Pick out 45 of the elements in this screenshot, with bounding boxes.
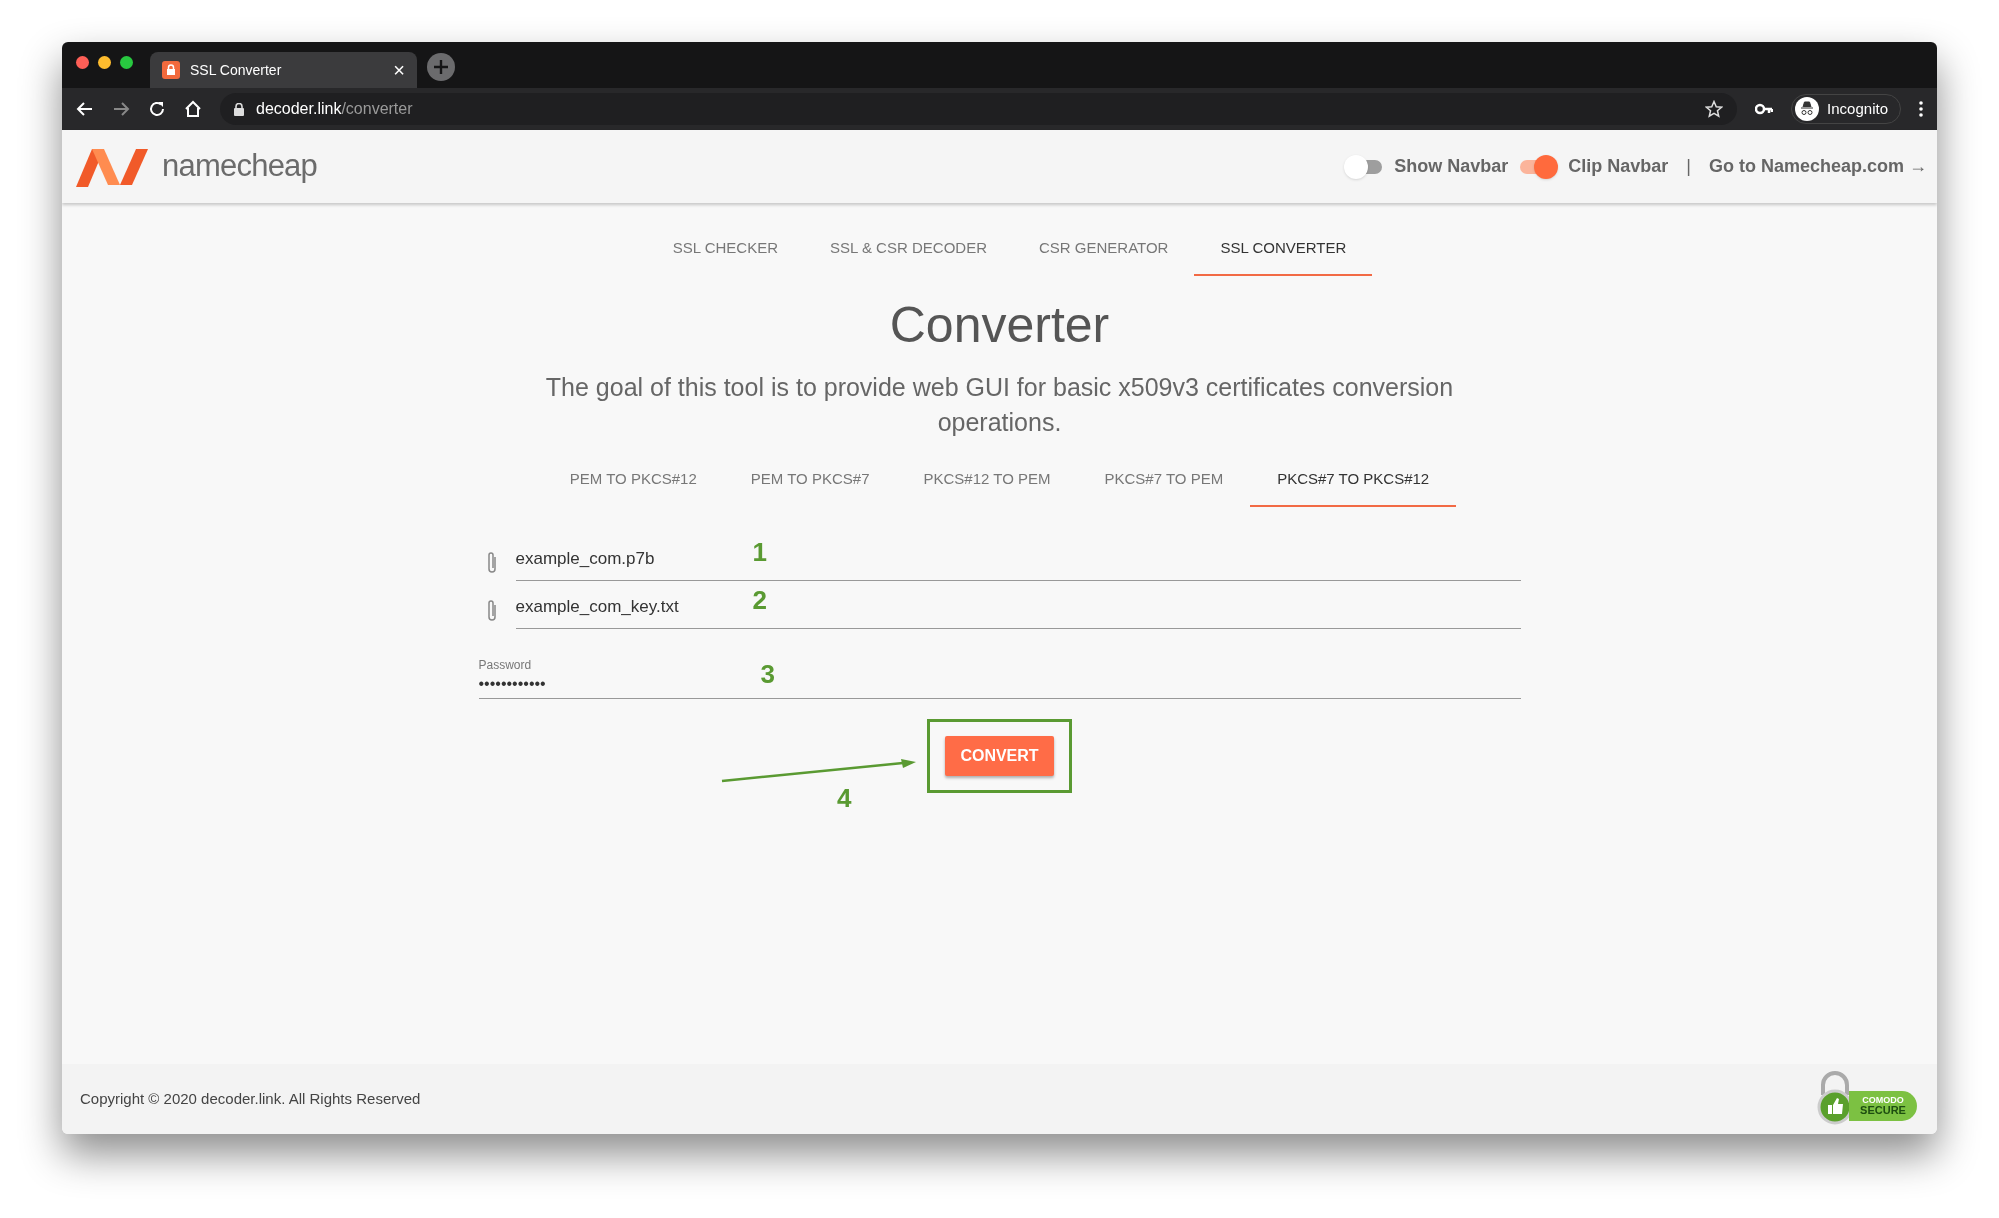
- mode-tab[interactable]: PKCS#7 TO PKCS#12: [1250, 468, 1457, 507]
- forward-icon[interactable]: [112, 100, 130, 118]
- step-number: 4: [837, 781, 852, 815]
- star-icon[interactable]: [1705, 100, 1724, 118]
- paperclip-icon: [485, 598, 498, 623]
- toggle-label: Show Navbar: [1394, 155, 1509, 178]
- copyright: Copyright © 2020 decoder.link. All Rights Reserved: [80, 1088, 422, 1109]
- mode-tab[interactable]: PEM TO PKCS#7: [723, 468, 897, 507]
- page-description: The goal of this tool is to provide web GUI for basic x509v3 certificates conversion operations.: [544, 372, 1455, 438]
- address-bar[interactable]: decoder.link/converter: [220, 93, 1738, 125]
- lock-icon: [162, 61, 180, 79]
- mode-tab[interactable]: PKCS#7 TO PEM: [1077, 468, 1251, 507]
- step-number: 2: [752, 583, 767, 617]
- toggle-switch[interactable]: [1518, 154, 1559, 179]
- url-path: /converter: [341, 100, 413, 117]
- tab-close-button[interactable]: ×: [393, 60, 405, 80]
- home-icon[interactable]: [184, 100, 202, 118]
- reload-icon[interactable]: [148, 100, 166, 118]
- file-name[interactable]: example_com.p7b: [515, 546, 753, 572]
- mode-tab[interactable]: PEM TO PKCS#12: [542, 468, 724, 507]
- nav-tab[interactable]: SSL CHECKER: [646, 237, 804, 276]
- namecheap-link[interactable]: Go to Namecheap.com →: [1708, 153, 1927, 180]
- browser-tab[interactable]: SSL Converter ×: [150, 52, 417, 88]
- tab-title: SSL Converter: [190, 60, 283, 80]
- lock-icon: [234, 102, 244, 116]
- security-seal: COMODO SECURE: [1815, 1071, 1919, 1127]
- toggle-label: Clip Navbar: [1568, 155, 1669, 178]
- step-number: 1: [752, 535, 767, 569]
- password-field[interactable]: Password •••••••••••• 3: [478, 654, 1521, 694]
- nav-tab[interactable]: SSL CONVERTER: [1194, 237, 1373, 276]
- url-domain: decoder.link: [256, 100, 342, 117]
- file-name[interactable]: example_com_key.txt: [515, 594, 753, 620]
- brand-name: namecheap: [162, 147, 318, 186]
- menu-icon[interactable]: [1919, 101, 1923, 117]
- incognito-icon: [1795, 97, 1820, 121]
- back-icon[interactable]: [76, 100, 94, 118]
- nav-tab[interactable]: CSR GENERATOR: [1012, 237, 1195, 276]
- key-icon[interactable]: [1755, 103, 1774, 115]
- separator: |: [1686, 155, 1691, 178]
- paperclip-icon: [485, 550, 498, 575]
- page-title: Converter: [889, 295, 1110, 355]
- new-tab-icon[interactable]: [427, 53, 455, 81]
- step-number: 3: [760, 657, 775, 691]
- nav-tab[interactable]: SSL & CSR DECODER: [804, 237, 1013, 276]
- mode-tab[interactable]: PKCS#12 TO PEM: [896, 468, 1078, 507]
